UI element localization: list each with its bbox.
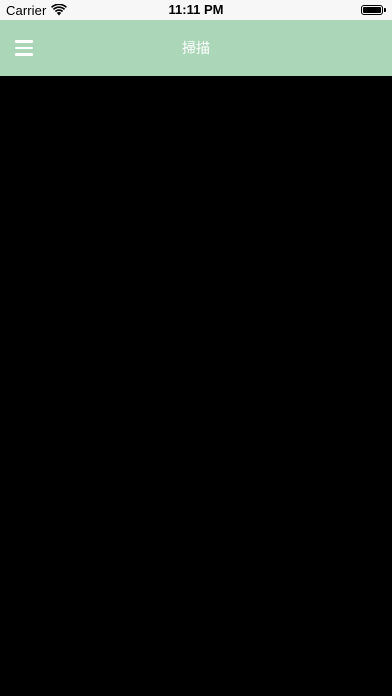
- scanner-camera-view[interactable]: [0, 76, 392, 696]
- page-title: 掃描: [182, 40, 210, 56]
- battery-body: [361, 5, 383, 15]
- status-left: Carrier: [6, 2, 68, 18]
- nav-bar: 掃描: [0, 20, 392, 76]
- battery-cap: [384, 8, 386, 12]
- battery-fill: [363, 7, 381, 13]
- status-bar: Carrier 11:11 PM: [0, 0, 392, 20]
- battery-icon: [361, 5, 386, 15]
- wifi-icon: [51, 4, 68, 16]
- carrier-label: Carrier: [6, 2, 47, 18]
